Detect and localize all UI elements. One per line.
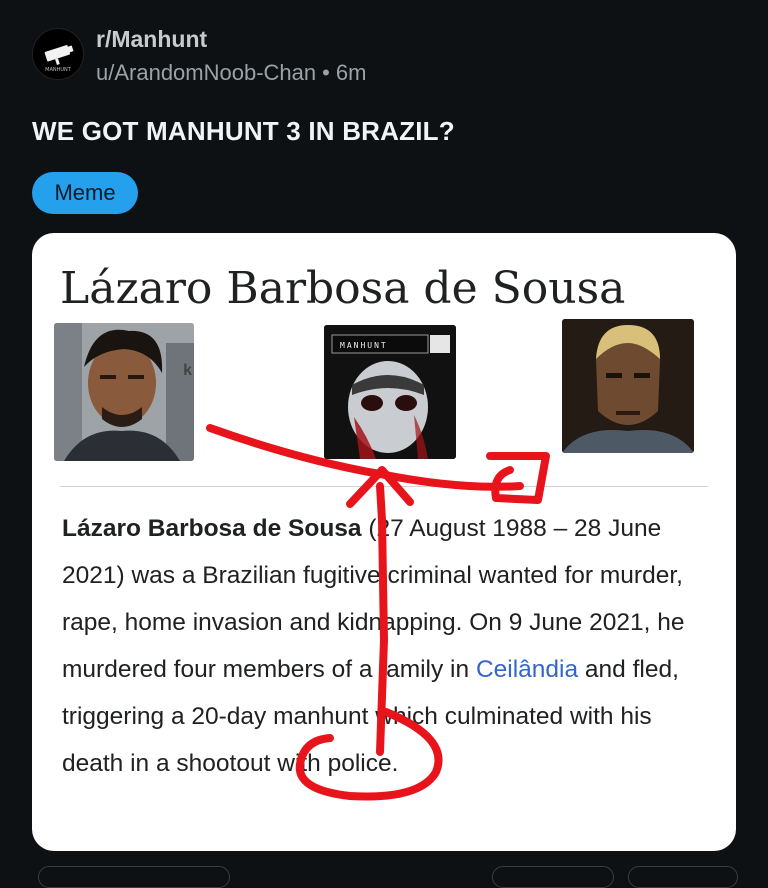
wiki-bio-paragraph: Lázaro Barbosa de Sousa (27 August 1988 …	[62, 505, 692, 787]
subreddit-name[interactable]: r/Manhunt	[96, 26, 207, 53]
post-meta: u/ArandomNoob-Chan • 6m	[96, 60, 366, 86]
post-flair[interactable]: Meme	[32, 172, 138, 214]
game-character-photo	[562, 319, 694, 453]
mugshot-photo: k	[54, 323, 194, 461]
divider	[60, 486, 708, 487]
svg-text:k: k	[183, 362, 192, 379]
wiki-title: Lázaro Barbosa de Sousa	[60, 263, 626, 314]
post-action-bar	[32, 866, 738, 888]
cover-title-text: MANHUNT	[340, 341, 388, 350]
comment-pill[interactable]	[492, 866, 614, 888]
post-image[interactable]: Lázaro Barbosa de Sousa k MANHUNT Lázaro…	[32, 233, 736, 851]
post-age: 6m	[335, 60, 367, 85]
meta-separator: •	[322, 60, 330, 85]
ceilandia-link[interactable]: Ceilândia	[476, 656, 578, 683]
svg-text:MANHUNT: MANHUNT	[45, 67, 72, 73]
author-name[interactable]: u/ArandomNoob-Chan	[96, 60, 316, 85]
bio-name: Lázaro Barbosa de Sousa	[62, 515, 362, 542]
post-header: MANHUNT r/Manhunt u/ArandomNoob-Chan • 6m	[32, 24, 732, 88]
manhunt-cover-photo: MANHUNT	[324, 325, 456, 459]
manhunt-camera-logo-icon: MANHUNT	[33, 29, 83, 79]
post-title[interactable]: WE GOT MANHUNT 3 IN BRAZIL?	[32, 116, 455, 147]
vote-pill[interactable]	[38, 866, 230, 888]
subreddit-avatar[interactable]: MANHUNT	[32, 28, 84, 80]
share-pill[interactable]	[628, 866, 738, 888]
